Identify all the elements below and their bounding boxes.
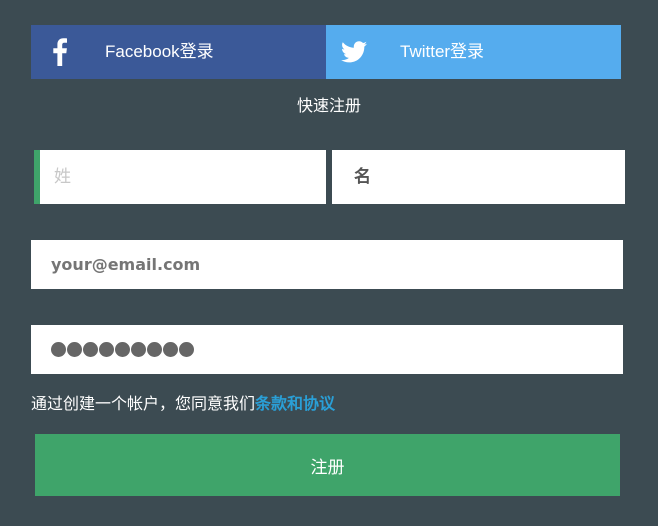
password-dot <box>83 342 98 357</box>
facebook-icon <box>49 38 71 66</box>
password-field[interactable] <box>31 325 623 374</box>
terms-prefix: 通过创建一个帐户，您同意我们 <box>31 394 256 413</box>
twitter-login-label: Twitter登录 <box>400 42 485 61</box>
password-mask <box>51 342 194 357</box>
terms-text: 通过创建一个帐户，您同意我们条款和协议 <box>31 393 335 415</box>
password-dot <box>131 342 146 357</box>
password-dot <box>67 342 82 357</box>
password-dot <box>99 342 114 357</box>
last-name-field[interactable] <box>34 150 326 204</box>
twitter-icon <box>340 39 368 65</box>
password-dot <box>115 342 130 357</box>
password-dot <box>163 342 178 357</box>
facebook-login-label: Facebook登录 <box>105 42 214 61</box>
email-field[interactable] <box>31 240 623 289</box>
password-dot <box>147 342 162 357</box>
password-dot <box>179 342 194 357</box>
facebook-login-button[interactable]: Facebook登录 <box>31 25 326 79</box>
terms-link[interactable]: 条款和协议 <box>255 394 335 413</box>
quick-register-heading: 快速注册 <box>296 96 361 115</box>
first-name-field[interactable] <box>332 150 625 204</box>
register-button[interactable]: 注册 <box>35 434 620 496</box>
twitter-login-button[interactable]: Twitter登录 <box>326 25 621 79</box>
password-dot <box>51 342 66 357</box>
